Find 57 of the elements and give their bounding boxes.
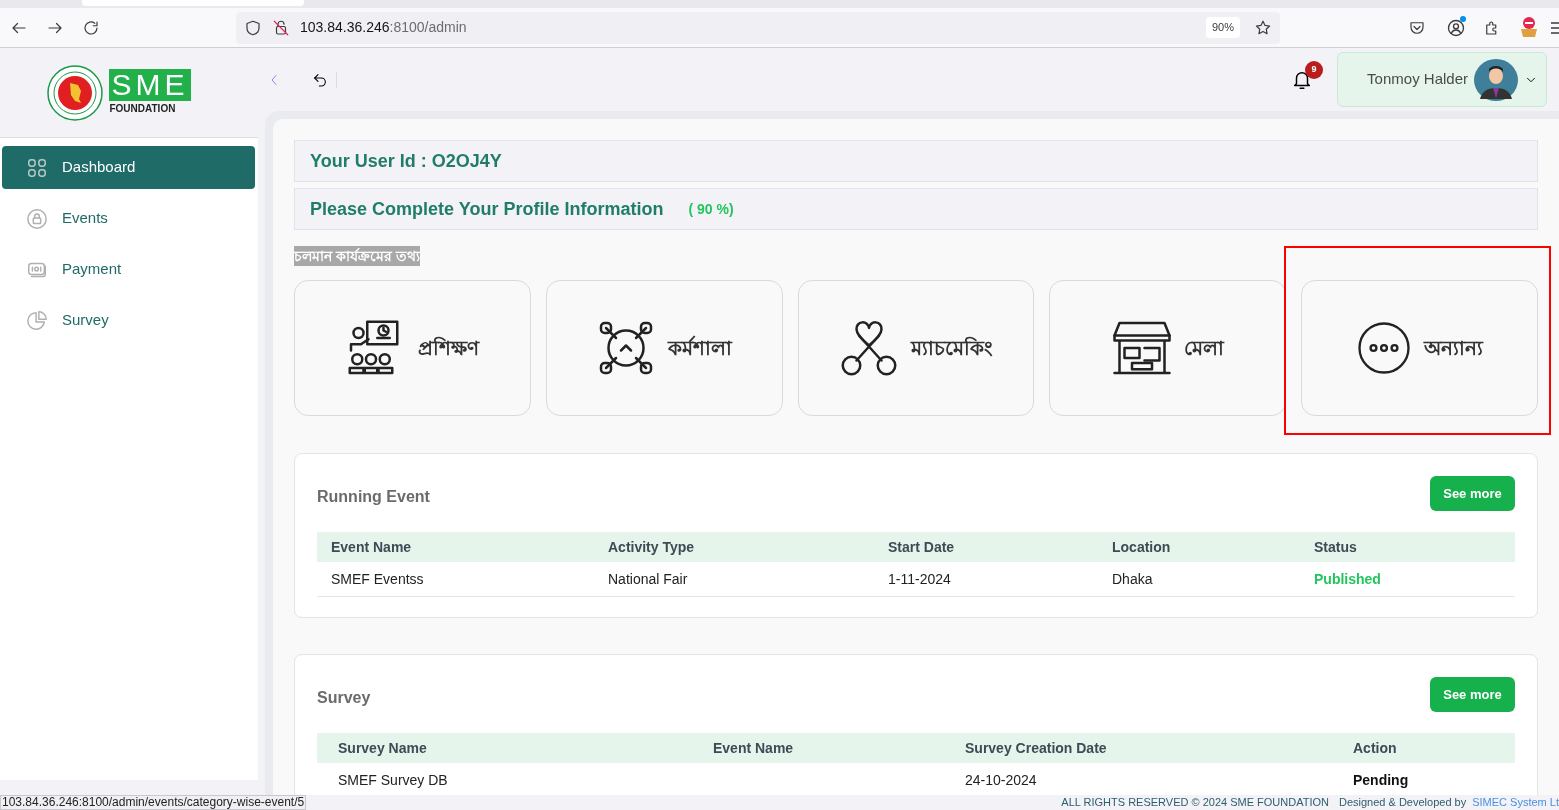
section-title: Survey xyxy=(317,688,371,708)
column-header: Location xyxy=(1112,537,1172,557)
notification-badge: 9 xyxy=(1305,60,1323,79)
user-menu[interactable]: Tonmoy Halder xyxy=(1337,52,1547,107)
column-header: Start Date xyxy=(888,537,956,557)
star-icon xyxy=(1254,18,1272,37)
account-icon xyxy=(1446,17,1466,38)
table-cell-text: 24-10-2024 xyxy=(965,770,1038,790)
user-id-banner: Your User Id : O2OJ4Y xyxy=(294,140,1538,182)
more-icon xyxy=(1356,320,1413,376)
column-header: Event Name xyxy=(331,537,413,557)
credit-text: Designed & Developed by xyxy=(1339,795,1467,810)
section-title: Running Event xyxy=(317,487,430,507)
column-header: Event Name xyxy=(713,738,795,758)
table-cell-text: Dhaka xyxy=(1112,569,1154,589)
sidebar-item[interactable]: Payment xyxy=(2,248,255,291)
menu-icon[interactable] xyxy=(1551,21,1559,34)
url-text: 103.84.36.246:8100/admin xyxy=(300,18,467,37)
undo-icon xyxy=(312,71,328,88)
column-header: Status xyxy=(1314,537,1358,557)
table-cell-text: SMEF Survey DB xyxy=(338,770,449,790)
profile-prompt: Please Complete Your Profile Information xyxy=(310,197,664,221)
category-card[interactable]: অন্যান্য xyxy=(1301,280,1538,416)
copyright-text: ALL RIGHTS RESERVED © 2024 SME FOUNDATION xyxy=(1061,795,1329,810)
logo-subtitle: FOUNDATION xyxy=(109,102,176,116)
heart-ribbon-icon xyxy=(839,318,899,378)
sidebar-item[interactable]: Events xyxy=(2,197,255,240)
column-header: Survey Name xyxy=(338,738,428,758)
lock-icon xyxy=(26,207,48,230)
table-cell-text: National Fair xyxy=(608,569,689,589)
sidebar-item[interactable]: Survey xyxy=(2,299,255,342)
category-card[interactable]: ম্যাচমেকিং xyxy=(797,280,1035,416)
avatar xyxy=(1474,58,1518,101)
insecure-lock-icon xyxy=(272,18,290,37)
status-text: Published xyxy=(1314,569,1382,589)
status-url-tooltip: 103.84.36.246:8100/admin/events/category-wise-event/5 xyxy=(0,795,307,810)
column-header: Activity Type xyxy=(608,537,696,557)
action-text: Pending xyxy=(1353,770,1410,790)
pie-chart-icon xyxy=(26,309,48,332)
logo-wordmark: SME xyxy=(109,69,191,101)
category-card[interactable]: প্রশিক্ষণ xyxy=(294,280,531,416)
sidebar-item[interactable]: Dashboard xyxy=(2,146,255,189)
category-card[interactable]: মেলা xyxy=(1049,280,1287,416)
reload-icon xyxy=(82,18,100,37)
address-bar[interactable]: 103.84.36.246:8100/admin 90% xyxy=(236,11,1280,44)
column-header: Survey Creation Date xyxy=(965,738,1108,758)
column-header: Action xyxy=(1353,738,1398,758)
extension-icon[interactable] xyxy=(1519,16,1539,39)
section-label: চলমান কার্যক্রমের তথ্য xyxy=(294,246,420,266)
table-cell-text: 1-11-2024 xyxy=(888,569,952,589)
table-cell-text: SMEF Eventss xyxy=(331,569,425,589)
zoom-level[interactable]: 90% xyxy=(1205,17,1240,38)
emblem-icon xyxy=(47,64,104,121)
grid-icon xyxy=(26,156,48,179)
shield-icon xyxy=(244,18,262,37)
profile-percent: ( 90 %) xyxy=(688,199,734,219)
category-card[interactable]: কর্মশালা xyxy=(545,280,783,416)
